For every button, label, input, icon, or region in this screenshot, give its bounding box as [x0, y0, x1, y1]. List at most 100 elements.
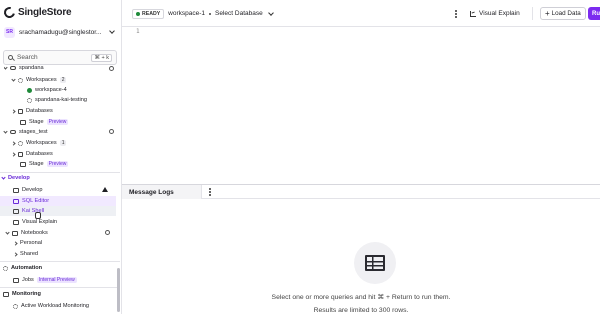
workspace-name: workspace-1: [168, 10, 206, 17]
internal-preview-badge: Internal Preview: [36, 277, 77, 283]
workspaces-count: 2: [59, 77, 67, 83]
more-options-icon[interactable]: [455, 10, 457, 18]
jobs-icon: [13, 277, 19, 283]
workspaces-count: 1: [59, 140, 67, 146]
databases-label: Databases: [26, 108, 53, 114]
visual-explain-label: Visual Explain: [479, 10, 520, 17]
nav-label: Shared: [20, 251, 39, 257]
search-icon: [8, 55, 13, 60]
logo-text: SingleStore: [18, 6, 72, 18]
line-number: 1: [136, 28, 140, 35]
chevron-right-icon: [13, 240, 18, 246]
automation-icon: [3, 265, 8, 271]
sql-editor-icon: [13, 198, 19, 204]
editor-toolbar: READY workspace-1 Select Database Visual…: [122, 0, 600, 27]
visual-explain-icon: [13, 219, 19, 225]
stage-icon: [20, 119, 26, 125]
gear-icon: [27, 97, 32, 103]
workspace-name: spandana-kai-testing: [35, 97, 87, 103]
section-monitoring[interactable]: Monitoring: [0, 289, 116, 299]
panel-tabs: Message Logs: [122, 185, 600, 199]
user-name: srachamadugu@singlestor...: [19, 28, 102, 36]
nav-notebooks[interactable]: Notebooks: [0, 228, 116, 238]
more-options-icon[interactable]: [209, 188, 211, 196]
chevron-down-icon: [4, 65, 8, 70]
divider: [0, 261, 120, 262]
database-name: Select Database: [215, 10, 263, 17]
section-label: Monitoring: [12, 291, 41, 297]
nav-label: Notebooks: [21, 230, 48, 236]
toolbar-divider: [532, 7, 533, 20]
status-badge: READY: [132, 8, 165, 19]
chevron-down-icon: [5, 229, 10, 235]
chevron-right-icon: [11, 140, 16, 146]
workspace-name: workspace-4: [35, 87, 67, 93]
status-running-icon: [27, 87, 32, 93]
chevron-down-icon: [109, 28, 115, 34]
tree-workspace-item[interactable]: spandana-kai-testing: [27, 95, 121, 105]
nav-label: Develop: [22, 187, 43, 193]
gear-icon: [18, 77, 23, 83]
nav-visual-explain[interactable]: Visual Explain: [0, 217, 116, 227]
nav-label: Personal: [20, 240, 43, 246]
add-icon[interactable]: [109, 66, 114, 71]
singlestore-logo-icon: [1, 4, 18, 20]
tree-workspaces[interactable]: Workspaces 2: [11, 75, 121, 85]
add-icon[interactable]: [105, 230, 110, 235]
tree-workspace-item[interactable]: workspace-4: [27, 85, 121, 95]
visual-explain-button[interactable]: Visual Explain: [470, 7, 520, 20]
sidebar-scrollbar[interactable]: [117, 268, 120, 312]
avatar: SR: [4, 26, 15, 38]
sql-editor[interactable]: 1: [122, 28, 600, 184]
load-data-button[interactable]: + Load Data: [540, 7, 586, 20]
workspace-selector[interactable]: READY workspace-1 Select Database: [132, 7, 277, 20]
separator-dot: [209, 12, 212, 15]
results-panel: Message Logs Select one or more queries …: [122, 184, 600, 314]
chevron-right-icon: [13, 251, 18, 257]
section-automation[interactable]: Automation: [0, 263, 116, 273]
user-menu[interactable]: SR srachamadugu@singlestor...: [4, 26, 118, 38]
tab-message-logs[interactable]: Message Logs: [122, 185, 202, 199]
chevron-down-icon: [3, 128, 8, 134]
search-input[interactable]: Search ⌘ + k: [3, 50, 117, 65]
chevron-down-icon: [11, 76, 16, 82]
tree-databases[interactable]: Databases: [11, 106, 121, 116]
nav-label: SQL Editor: [22, 198, 50, 204]
add-icon[interactable]: [109, 129, 114, 134]
tree-group-stages-test[interactable]: stages_test: [3, 127, 120, 137]
tree-databases[interactable]: Databases: [11, 149, 121, 159]
database-icon: [18, 108, 23, 114]
status-text: READY: [142, 10, 161, 17]
nav-notebooks-personal[interactable]: Personal: [0, 238, 116, 248]
workspaces-label: Workspaces: [26, 77, 57, 83]
tree-stage[interactable]: Stage Preview: [20, 117, 121, 127]
nav-sql-editor[interactable]: SQL Editor: [0, 196, 116, 206]
section-develop[interactable]: Develop: [0, 173, 116, 183]
stage-label: Stage: [29, 161, 44, 167]
tree-workspaces[interactable]: Workspaces 1: [11, 138, 121, 148]
nav-label: Active Workload Monitoring: [21, 303, 89, 309]
search-label: Search: [17, 54, 38, 61]
chevron-down-icon: [267, 9, 274, 16]
empty-state-limit: Results are limited to 300 rows.: [313, 307, 409, 314]
nav-label: Visual Explain: [22, 219, 58, 225]
app-logo[interactable]: SingleStore: [1, 4, 72, 20]
cloud-icon: [10, 66, 16, 70]
tree-group-spandana[interactable]: spandana: [4, 65, 120, 71]
nav-kai-shell[interactable]: Kai Shell: [0, 206, 116, 216]
divider: [0, 287, 120, 288]
nav-notebooks-shared[interactable]: Shared: [0, 249, 116, 259]
stage-label: Stage: [29, 119, 44, 125]
load-data-label: Load Data: [551, 10, 581, 17]
run-button[interactable]: Ru: [588, 7, 600, 20]
group-label: stages_test: [19, 129, 48, 135]
chart-icon: [470, 10, 476, 17]
tab-label: Message Logs: [129, 188, 174, 196]
chevron-down-icon: [1, 174, 6, 180]
tree-stage[interactable]: Stage Preview: [20, 159, 121, 169]
nav-develop[interactable]: Develop: [0, 185, 116, 195]
group-label: spandana: [19, 65, 44, 71]
nav-jobs[interactable]: Jobs Internal Preview: [0, 275, 116, 285]
nav-active-workload-monitoring[interactable]: Active Workload Monitoring: [0, 301, 116, 311]
chevron-right-icon: [11, 108, 16, 114]
